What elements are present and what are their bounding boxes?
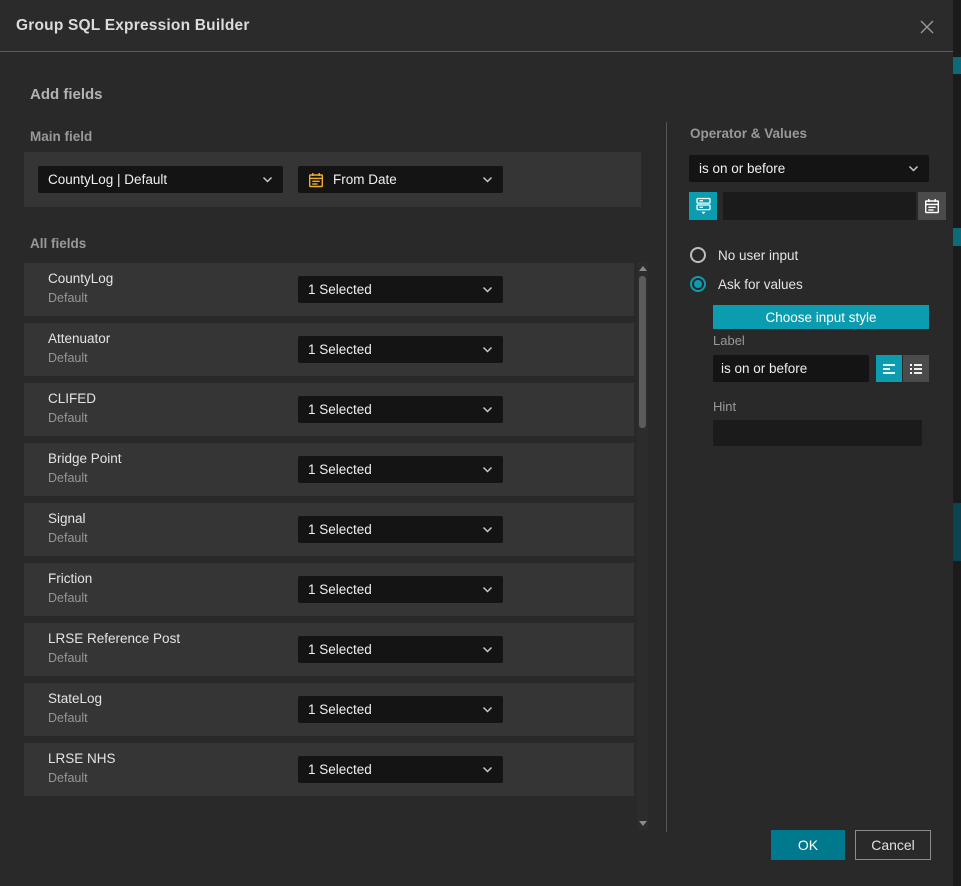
- scroll-up-arrow-icon[interactable]: [639, 266, 647, 271]
- field-name: CountyLog: [48, 271, 113, 286]
- calendar-icon: [308, 172, 324, 188]
- textbox-style-icon: [882, 363, 896, 375]
- chevron-down-icon: [482, 286, 493, 293]
- cancel-button[interactable]: Cancel: [855, 830, 931, 860]
- dialog-title: Group SQL Expression Builder: [16, 0, 250, 52]
- close-button[interactable]: [915, 15, 939, 39]
- unique-values-icon: [695, 197, 712, 215]
- chevron-down-icon: [482, 586, 493, 593]
- field-name: Signal: [48, 511, 86, 526]
- field-sublabel: Default: [48, 531, 88, 545]
- no-user-input-option[interactable]: No user input: [690, 245, 798, 265]
- group-sql-expression-builder-dialog: Group SQL Expression Builder Add fields …: [0, 0, 953, 886]
- field-sublabel: Default: [48, 471, 88, 485]
- field-row: Signal Default 1 Selected: [24, 503, 634, 556]
- chevron-down-icon: [482, 706, 493, 713]
- background-page-strip: [953, 0, 961, 886]
- field-row: Attenuator Default 1 Selected: [24, 323, 634, 376]
- field-sublabel: Default: [48, 291, 88, 305]
- field-values-select[interactable]: 1 Selected: [298, 756, 503, 783]
- field-values-select[interactable]: 1 Selected: [298, 396, 503, 423]
- main-field-select[interactable]: From Date: [298, 166, 503, 193]
- background-accent-fragment: [953, 57, 961, 74]
- ok-button[interactable]: OK: [771, 830, 845, 860]
- main-field-label: Main field: [30, 129, 92, 144]
- operator-select[interactable]: is on or before: [689, 155, 929, 182]
- date-picker-button[interactable]: [918, 192, 946, 220]
- panel-divider: [666, 122, 667, 832]
- chevron-down-icon: [482, 526, 493, 533]
- main-field-select-value: From Date: [333, 172, 474, 187]
- field-name: CLIFED: [48, 391, 96, 406]
- screen: Group SQL Expression Builder Add fields …: [0, 0, 961, 886]
- unique-values-button[interactable]: [689, 192, 717, 220]
- field-values-select[interactable]: 1 Selected: [298, 456, 503, 483]
- field-sublabel: Default: [48, 771, 88, 785]
- field-name: StateLog: [48, 691, 102, 706]
- field-values-select[interactable]: 1 Selected: [298, 516, 503, 543]
- hint-input[interactable]: [713, 420, 922, 446]
- chevron-down-icon: [482, 346, 493, 353]
- background-accent-fragment: [953, 228, 961, 246]
- chevron-down-icon: [482, 646, 493, 653]
- list-style-button[interactable]: [903, 355, 929, 382]
- radio-unchecked-icon[interactable]: [690, 247, 706, 263]
- label-input[interactable]: [713, 355, 869, 382]
- scrollbar-thumb[interactable]: [639, 276, 646, 428]
- field-values-select[interactable]: 1 Selected: [298, 696, 503, 723]
- field-name: Bridge Point: [48, 451, 122, 466]
- close-icon: [919, 19, 935, 35]
- field-row: Friction Default 1 Selected: [24, 563, 634, 616]
- add-fields-heading: Add fields: [30, 86, 103, 103]
- field-sublabel: Default: [48, 351, 88, 365]
- field-sublabel: Default: [48, 411, 88, 425]
- dialog-titlebar: Group SQL Expression Builder: [0, 0, 953, 52]
- textbox-style-button[interactable]: [876, 355, 902, 382]
- chevron-down-icon: [262, 176, 273, 183]
- no-user-input-label: No user input: [718, 248, 798, 263]
- ask-for-values-option[interactable]: Ask for values: [690, 274, 803, 294]
- background-accent-fragment: [953, 503, 961, 561]
- field-name: LRSE NHS: [48, 751, 116, 766]
- field-row: CLIFED Default 1 Selected: [24, 383, 634, 436]
- chevron-down-icon: [482, 176, 493, 183]
- calendar-icon: [924, 198, 940, 214]
- value-date-input[interactable]: [723, 192, 916, 220]
- main-field-row: CountyLog | Default From Date: [24, 152, 641, 207]
- field-sublabel: Default: [48, 711, 88, 725]
- field-values-select[interactable]: 1 Selected: [298, 276, 503, 303]
- operator-values-heading: Operator & Values: [690, 126, 807, 141]
- list-style-icon: [909, 363, 923, 375]
- ask-for-values-label: Ask for values: [718, 277, 803, 292]
- field-values-select[interactable]: 1 Selected: [298, 336, 503, 363]
- all-fields-label: All fields: [30, 236, 86, 251]
- chevron-down-icon: [482, 466, 493, 473]
- field-values-select[interactable]: 1 Selected: [298, 576, 503, 603]
- chevron-down-icon: [482, 406, 493, 413]
- list-scrollbar[interactable]: [637, 262, 648, 830]
- hint-field-label: Hint: [713, 399, 736, 414]
- field-name: Attenuator: [48, 331, 110, 346]
- chevron-down-icon: [482, 766, 493, 773]
- all-fields-list: CountyLog Default 1 Selected Attenuator …: [24, 263, 634, 797]
- value-input-row: [689, 192, 929, 220]
- layer-select-value: CountyLog | Default: [48, 172, 254, 187]
- choose-input-style-button[interactable]: Choose input style: [713, 305, 929, 329]
- field-row: CountyLog Default 1 Selected: [24, 263, 634, 316]
- field-sublabel: Default: [48, 591, 88, 605]
- label-field-label: Label: [713, 333, 745, 348]
- field-name: Friction: [48, 571, 92, 586]
- field-values-select[interactable]: 1 Selected: [298, 636, 503, 663]
- field-name: LRSE Reference Post: [48, 631, 180, 646]
- field-row: Bridge Point Default 1 Selected: [24, 443, 634, 496]
- layer-select[interactable]: CountyLog | Default: [38, 166, 283, 193]
- radio-checked-icon[interactable]: [690, 276, 706, 292]
- scroll-down-arrow-icon[interactable]: [639, 821, 647, 826]
- field-sublabel: Default: [48, 651, 88, 665]
- field-row: LRSE NHS Default 1 Selected: [24, 743, 634, 796]
- operator-select-value: is on or before: [699, 161, 900, 176]
- chevron-down-icon: [908, 165, 919, 172]
- field-row: StateLog Default 1 Selected: [24, 683, 634, 736]
- field-row: LRSE Reference Post Default 1 Selected: [24, 623, 634, 676]
